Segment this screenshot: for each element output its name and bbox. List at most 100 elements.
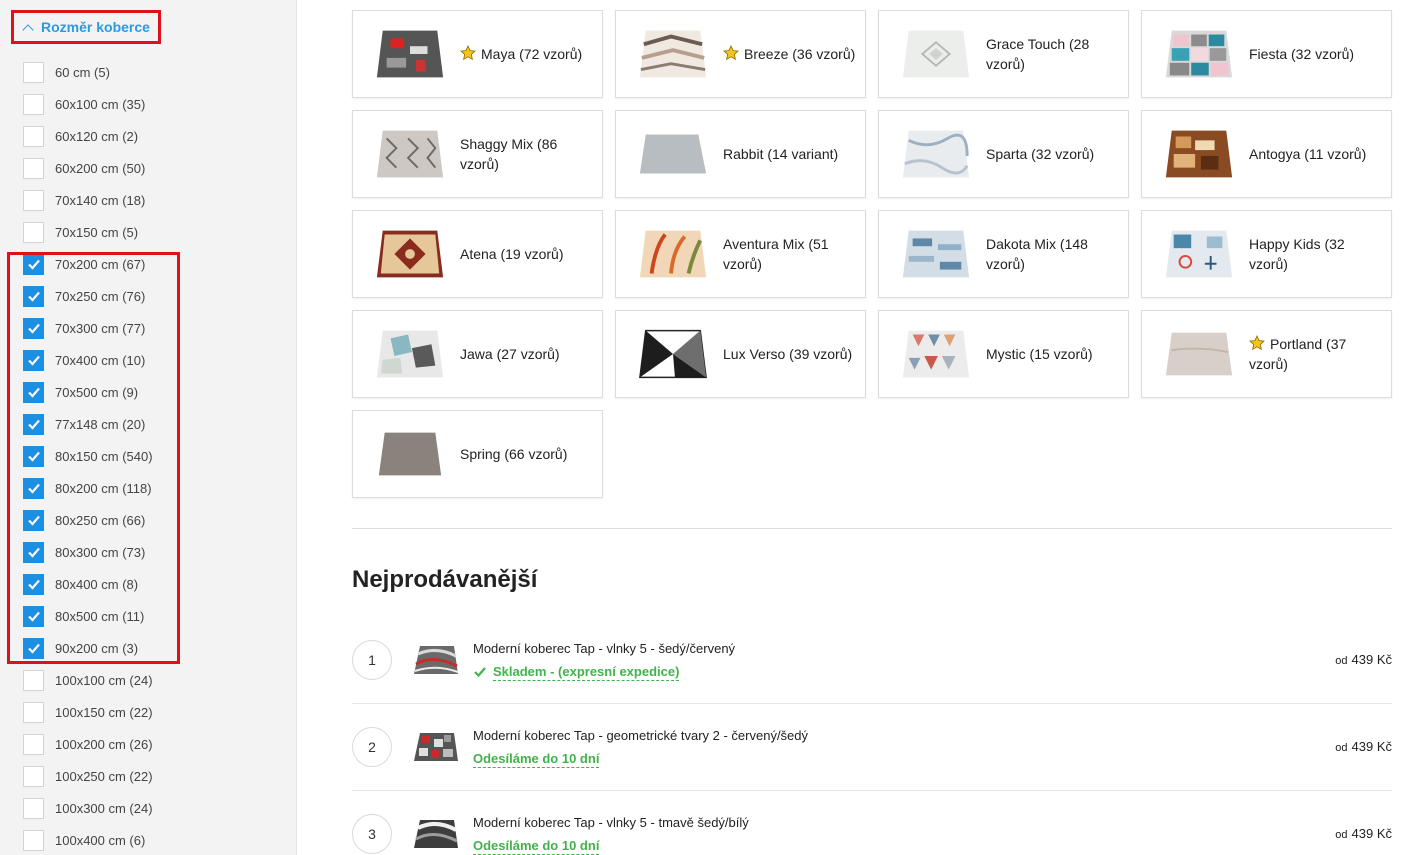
product-thumbnail-tap-geometric-red-grey[interactable]: [412, 729, 460, 765]
chevron-up-icon: [22, 23, 34, 36]
product-thumbnail-tap-waves-grey-red[interactable]: [412, 642, 460, 678]
collection-card[interactable]: Antogya (11 vzorů): [1141, 110, 1392, 198]
collection-label: Lux Verso (39 vzorů): [723, 346, 853, 362]
filter-title: Rozměr koberce: [41, 19, 150, 35]
star-icon: [1249, 335, 1265, 351]
size-option[interactable]: 60x100 cm (35): [23, 93, 145, 115]
size-option[interactable]: 70x150 cm (5): [23, 221, 138, 243]
size-checkbox[interactable]: [23, 381, 44, 403]
bestseller-row-2[interactable]: 2 Moderní koberec Tap - geometrické tvar…: [352, 703, 1392, 790]
rug-thumbnail: [902, 230, 970, 278]
product-name[interactable]: Moderní koberec Tap - geometrické tvary …: [473, 728, 808, 743]
collection-card[interactable]: Dakota Mix (148 vzorů): [878, 210, 1129, 298]
size-checkbox[interactable]: [23, 541, 44, 563]
size-checkbox[interactable]: [23, 797, 44, 819]
size-checkbox[interactable]: [23, 637, 44, 659]
rug-thumbnail: [1165, 30, 1233, 78]
size-checkbox[interactable]: [23, 93, 44, 115]
size-checkbox[interactable]: [23, 733, 44, 755]
collection-card[interactable]: Jawa (27 vzorů): [352, 310, 603, 398]
collection-card[interactable]: Aventura Mix (51 vzorů): [615, 210, 866, 298]
collection-card[interactable]: Mystic (15 vzorů): [878, 310, 1129, 398]
size-checkbox[interactable]: [23, 701, 44, 723]
collection-card[interactable]: Breeze (36 vzorů): [615, 10, 866, 98]
size-option[interactable]: 70x500 cm (9): [23, 381, 138, 403]
size-checkbox[interactable]: [23, 221, 44, 243]
rug-thumbnail: [639, 30, 707, 78]
checkmark-icon: [27, 387, 40, 398]
size-option[interactable]: 80x500 cm (11): [23, 605, 144, 627]
stock-status[interactable]: Odesíláme do 10 dní: [473, 750, 600, 768]
size-checkbox[interactable]: [23, 765, 44, 787]
rank-badge: 2: [352, 727, 392, 767]
size-option[interactable]: 70x140 cm (18): [23, 189, 145, 211]
size-option[interactable]: 100x250 cm (22): [23, 765, 153, 787]
size-option[interactable]: 100x150 cm (22): [23, 701, 153, 723]
size-option-label: 100x150 cm (22): [55, 704, 153, 720]
size-checkbox[interactable]: [23, 61, 44, 83]
rug-thumbnail: [1165, 130, 1233, 178]
collection-card[interactable]: Lux Verso (39 vzorů): [615, 310, 866, 398]
size-option[interactable]: 80x300 cm (73): [23, 541, 145, 563]
size-option[interactable]: 70x300 cm (77): [23, 317, 145, 339]
size-option[interactable]: 60 cm (5): [23, 61, 110, 83]
size-option[interactable]: 70x250 cm (76): [23, 285, 145, 307]
size-option[interactable]: 80x250 cm (66): [23, 509, 145, 531]
size-option[interactable]: 80x200 cm (118): [23, 477, 152, 499]
size-checkbox[interactable]: [23, 413, 44, 435]
size-option-label: 100x200 cm (26): [55, 736, 153, 752]
size-checkbox[interactable]: [23, 157, 44, 179]
size-checkbox[interactable]: [23, 509, 44, 531]
size-option[interactable]: 70x200 cm (67): [23, 253, 145, 275]
size-option[interactable]: 100x400 cm (6): [23, 829, 145, 851]
size-checkbox[interactable]: [23, 253, 44, 275]
stock-status[interactable]: Odesíláme do 10 dní: [473, 837, 600, 855]
size-option[interactable]: 60x200 cm (50): [23, 157, 145, 179]
collection-card[interactable]: Fiesta (32 vzorů): [1141, 10, 1392, 98]
collection-card[interactable]: Happy Kids (32 vzorů): [1141, 210, 1392, 298]
size-option[interactable]: 60x120 cm (2): [23, 125, 138, 147]
size-option-label: 70x250 cm (76): [55, 288, 146, 304]
filter-size-header[interactable]: Rozměr koberce: [11, 10, 161, 44]
collection-card[interactable]: Rabbit (14 variant): [615, 110, 866, 198]
size-option[interactable]: 80x150 cm (540): [23, 445, 153, 467]
rug-thumbnail: [376, 230, 444, 278]
collection-card[interactable]: Atena (19 vzorů): [352, 210, 603, 298]
collection-label: Grace Touch (28 vzorů): [986, 36, 1090, 72]
size-checkbox[interactable]: [23, 125, 44, 147]
size-checkbox[interactable]: [23, 317, 44, 339]
size-checkbox[interactable]: [23, 477, 44, 499]
size-option[interactable]: 77x148 cm (20): [23, 413, 145, 435]
rug-thumbnail: [902, 30, 970, 78]
product-thumbnail-tap-waves-dark-grey-white[interactable]: [412, 816, 460, 852]
size-checkbox[interactable]: [23, 349, 44, 371]
rug-thumbnail: [639, 329, 707, 379]
size-checkbox[interactable]: [23, 285, 44, 307]
bestseller-row-1[interactable]: 1 Moderní koberec Tap - vlnky 5 - šedý/č…: [352, 616, 1392, 703]
rug-thumbnail: [376, 330, 444, 378]
size-option-label: 70x300 cm (77): [55, 320, 146, 336]
size-option[interactable]: 80x400 cm (8): [23, 573, 138, 595]
collection-card[interactable]: Shaggy Mix (86 vzorů): [352, 110, 603, 198]
size-checkbox[interactable]: [23, 605, 44, 627]
collection-card[interactable]: Portland (37 vzorů): [1141, 310, 1392, 398]
collection-card[interactable]: Grace Touch (28 vzorů): [878, 10, 1129, 98]
product-name[interactable]: Moderní koberec Tap - vlnky 5 - tmavě še…: [473, 815, 749, 830]
stock-status[interactable]: Skladem - (expresní expedice): [493, 663, 680, 681]
size-option-label: 70x150 cm (5): [55, 224, 139, 240]
size-option[interactable]: 100x200 cm (26): [23, 733, 153, 755]
size-checkbox[interactable]: [23, 669, 44, 691]
collection-card[interactable]: Maya (72 vzorů): [352, 10, 603, 98]
size-checkbox[interactable]: [23, 573, 44, 595]
size-checkbox[interactable]: [23, 445, 44, 467]
size-option[interactable]: 90x200 cm (3): [23, 637, 138, 659]
collection-card[interactable]: Sparta (32 vzorů): [878, 110, 1129, 198]
size-option[interactable]: 70x400 cm (10): [23, 349, 145, 371]
product-name[interactable]: Moderní koberec Tap - vlnky 5 - šedý/čer…: [473, 641, 735, 656]
size-checkbox[interactable]: [23, 829, 44, 851]
size-option[interactable]: 100x300 cm (24): [23, 797, 153, 819]
collection-card[interactable]: Spring (66 vzorů): [352, 410, 603, 498]
bestseller-row-3[interactable]: 3 Moderní koberec Tap - vlnky 5 - tmavě …: [352, 790, 1392, 855]
size-checkbox[interactable]: [23, 189, 44, 211]
size-option[interactable]: 100x100 cm (24): [23, 669, 153, 691]
